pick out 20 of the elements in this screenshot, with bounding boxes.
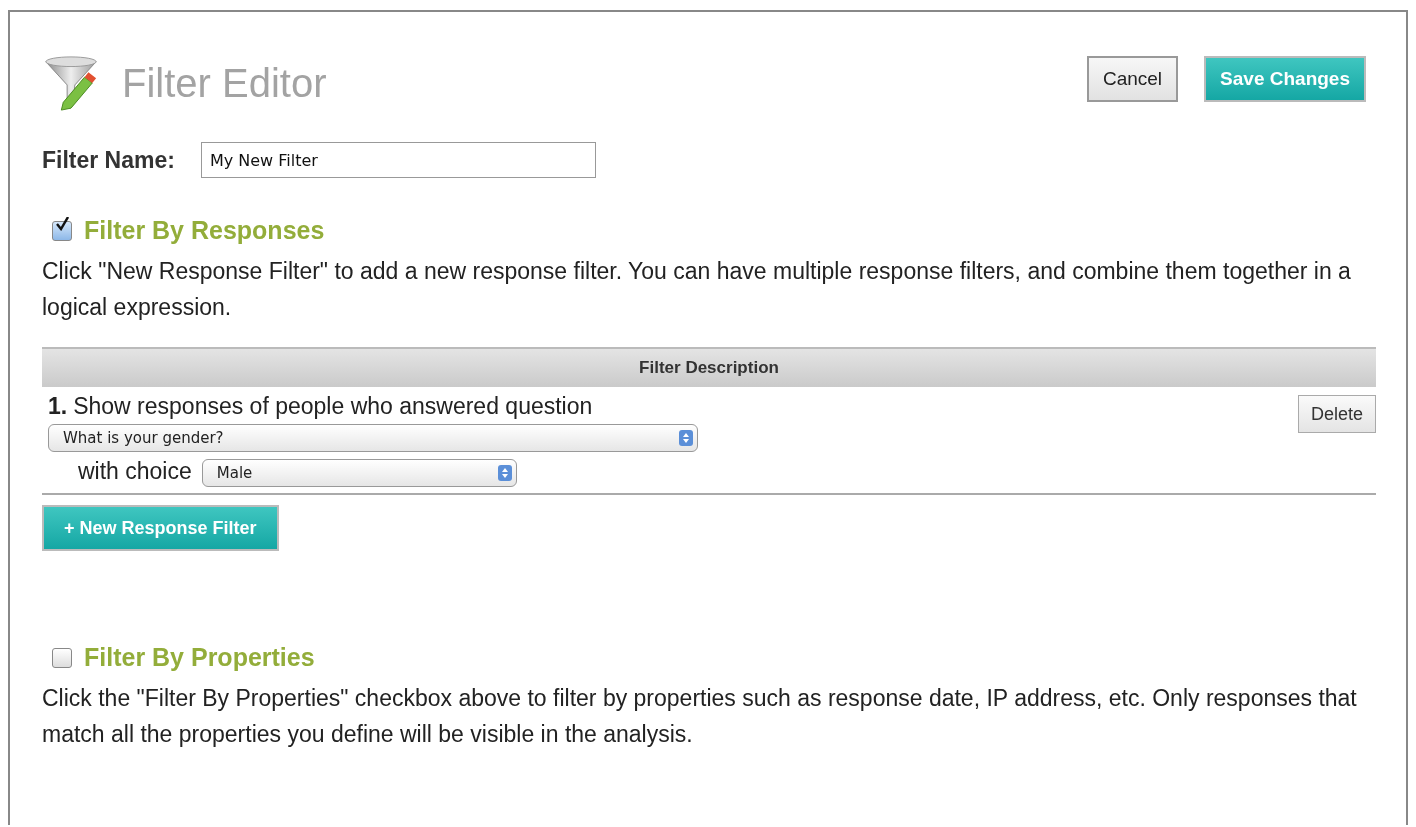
row-text: Show responses of people who answered question <box>73 393 593 419</box>
checkbox[interactable] <box>52 220 72 241</box>
choice-label: with choice <box>78 457 192 485</box>
section-description: Click the "Filter By Properties" checkbox above to filter by properties such as response date, IP address, etc. Only responses that match all the properties you define will be visible in the analysis. <box>42 684 1358 749</box>
section-heading: Filter By Properties <box>84 643 315 672</box>
stepper-icon <box>497 465 512 481</box>
table-header: Filter Description <box>42 347 1376 387</box>
page-title: Filter Editor <box>122 60 327 106</box>
section-heading: Filter By Responses <box>84 216 325 245</box>
stepper-icon <box>679 430 693 446</box>
delete-button[interactable]: Delete <box>1297 395 1376 433</box>
filter-name-field[interactable]: My New Filter <box>200 142 596 178</box>
field-label: Filter Name: <box>42 146 175 174</box>
cancel-button[interactable]: Cancel <box>1086 56 1179 102</box>
funnel-pencil-icon <box>42 54 100 112</box>
row-number: 1. <box>48 393 68 419</box>
choice-select[interactable]: Male <box>201 459 517 487</box>
question-select[interactable]: What is your gender? <box>48 424 698 452</box>
section-description: Click "New Response Filter" to add a new response filter. You can have multiple response filters, and combine them together in a logical expression. <box>42 257 1352 322</box>
checkbox[interactable] <box>52 647 72 668</box>
